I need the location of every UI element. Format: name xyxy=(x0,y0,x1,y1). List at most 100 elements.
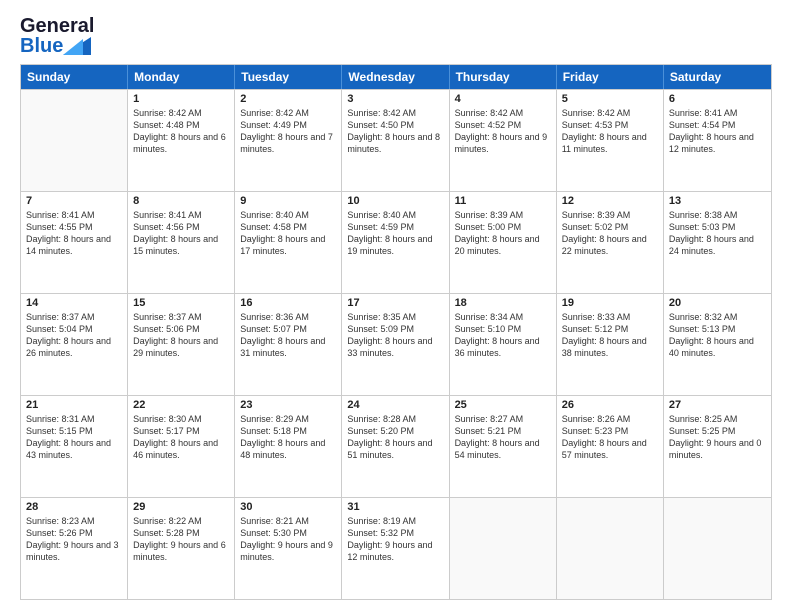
day-number: 2 xyxy=(240,93,336,105)
calendar-header: SundayMondayTuesdayWednesdayThursdayFrid… xyxy=(21,65,771,89)
day-cell-30: 30 Sunrise: 8:21 AM Sunset: 5:30 PM Dayli… xyxy=(235,498,342,599)
day-cell-14: 14Sunrise: 8:37 AM Sunset: 5:04 PM Dayli… xyxy=(21,294,128,395)
day-number: 26 xyxy=(562,399,658,411)
week-row-5: 28 Sunrise: 8:23 AM Sunset: 5:26 PM Dayli… xyxy=(21,497,771,599)
day-number: 21 xyxy=(26,399,122,411)
cell-info: Sunrise: 8:29 AM Sunset: 5:18 PM Dayligh… xyxy=(240,413,336,462)
cell-info: Sunrise: 8:35 AM Sunset: 5:09 PM Dayligh… xyxy=(347,311,443,360)
week-row-1: 1Sunrise: 8:42 AM Sunset: 4:48 PM Daylig… xyxy=(21,89,771,191)
day-cell-20: 20 Sunrise: 8:32 AM Sunset: 5:13 PM Dayli… xyxy=(664,294,771,395)
day-header-saturday: Saturday xyxy=(664,65,771,89)
day-header-wednesday: Wednesday xyxy=(342,65,449,89)
cell-info: Sunrise: 8:38 AM Sunset: 5:03 PM Dayligh… xyxy=(669,209,766,258)
day-number: 11 xyxy=(455,195,551,207)
day-cell-6: 6 Sunrise: 8:41 AM Sunset: 4:54 PM Daylig… xyxy=(664,90,771,191)
week-row-4: 21 Sunrise: 8:31 AM Sunset: 5:15 PM Dayli… xyxy=(21,395,771,497)
cell-info: Sunrise: 8:42 AM Sunset: 4:53 PM Dayligh… xyxy=(562,107,658,156)
day-cell-9: 9 Sunrise: 8:40 AM Sunset: 4:58 PM Daylig… xyxy=(235,192,342,293)
day-cell-8: 8 Sunrise: 8:41 AM Sunset: 4:56 PM Daylig… xyxy=(128,192,235,293)
cell-info: Sunrise: 8:30 AM Sunset: 5:17 PM Dayligh… xyxy=(133,413,229,462)
day-number: 16 xyxy=(240,297,336,309)
logo-general: General xyxy=(20,16,94,36)
day-cell-1: 1Sunrise: 8:42 AM Sunset: 4:48 PM Daylig… xyxy=(128,90,235,191)
day-number: 7 xyxy=(26,195,122,207)
page: General Blue SundayMondayTuesdayWednesda… xyxy=(0,0,792,612)
day-number: 1 xyxy=(133,93,229,105)
day-header-friday: Friday xyxy=(557,65,664,89)
cell-info: Sunrise: 8:33 AM Sunset: 5:12 PM Dayligh… xyxy=(562,311,658,360)
day-header-sunday: Sunday xyxy=(21,65,128,89)
day-cell-28: 28 Sunrise: 8:23 AM Sunset: 5:26 PM Dayli… xyxy=(21,498,128,599)
cell-info: Sunrise: 8:37 AM Sunset: 5:06 PM Dayligh… xyxy=(133,311,229,360)
day-header-tuesday: Tuesday xyxy=(235,65,342,89)
cell-info: Sunrise: 8:39 AM Sunset: 5:00 PM Dayligh… xyxy=(455,209,551,258)
cell-info: Sunrise: 8:40 AM Sunset: 4:58 PM Dayligh… xyxy=(240,209,336,258)
day-number: 6 xyxy=(669,93,766,105)
cell-info: Sunrise: 8:27 AM Sunset: 5:21 PM Dayligh… xyxy=(455,413,551,462)
cell-info: Sunrise: 8:41 AM Sunset: 4:54 PM Dayligh… xyxy=(669,107,766,156)
day-number: 9 xyxy=(240,195,336,207)
day-cell-7: 7 Sunrise: 8:41 AM Sunset: 4:55 PM Daylig… xyxy=(21,192,128,293)
cell-info: Sunrise: 8:19 AM Sunset: 5:32 PM Dayligh… xyxy=(347,515,443,564)
day-cell-4: 4Sunrise: 8:42 AM Sunset: 4:52 PM Daylig… xyxy=(450,90,557,191)
cell-info: Sunrise: 8:28 AM Sunset: 5:20 PM Dayligh… xyxy=(347,413,443,462)
day-cell-5: 5 Sunrise: 8:42 AM Sunset: 4:53 PM Daylig… xyxy=(557,90,664,191)
cell-info: Sunrise: 8:41 AM Sunset: 4:56 PM Dayligh… xyxy=(133,209,229,258)
cell-info: Sunrise: 8:25 AM Sunset: 5:25 PM Dayligh… xyxy=(669,413,766,462)
day-cell-12: 12 Sunrise: 8:39 AM Sunset: 5:02 PM Dayli… xyxy=(557,192,664,293)
day-number: 30 xyxy=(240,501,336,513)
day-cell-2: 2 Sunrise: 8:42 AM Sunset: 4:49 PM Daylig… xyxy=(235,90,342,191)
day-header-monday: Monday xyxy=(128,65,235,89)
day-number: 19 xyxy=(562,297,658,309)
empty-cell xyxy=(664,498,771,599)
header: General Blue xyxy=(20,16,772,56)
cell-info: Sunrise: 8:32 AM Sunset: 5:13 PM Dayligh… xyxy=(669,311,766,360)
day-number: 17 xyxy=(347,297,443,309)
empty-cell xyxy=(450,498,557,599)
day-number: 24 xyxy=(347,399,443,411)
day-number: 12 xyxy=(562,195,658,207)
day-cell-21: 21 Sunrise: 8:31 AM Sunset: 5:15 PM Dayli… xyxy=(21,396,128,497)
day-number: 25 xyxy=(455,399,551,411)
day-number: 23 xyxy=(240,399,336,411)
day-header-thursday: Thursday xyxy=(450,65,557,89)
calendar: SundayMondayTuesdayWednesdayThursdayFrid… xyxy=(20,64,772,600)
day-cell-3: 3Sunrise: 8:42 AM Sunset: 4:50 PM Daylig… xyxy=(342,90,449,191)
day-number: 5 xyxy=(562,93,658,105)
empty-cell xyxy=(21,90,128,191)
cell-info: Sunrise: 8:39 AM Sunset: 5:02 PM Dayligh… xyxy=(562,209,658,258)
empty-cell xyxy=(557,498,664,599)
cell-info: Sunrise: 8:21 AM Sunset: 5:30 PM Dayligh… xyxy=(240,515,336,564)
calendar-body: 1Sunrise: 8:42 AM Sunset: 4:48 PM Daylig… xyxy=(21,89,771,599)
cell-info: Sunrise: 8:42 AM Sunset: 4:49 PM Dayligh… xyxy=(240,107,336,156)
cell-info: Sunrise: 8:41 AM Sunset: 4:55 PM Dayligh… xyxy=(26,209,122,258)
cell-info: Sunrise: 8:40 AM Sunset: 4:59 PM Dayligh… xyxy=(347,209,443,258)
day-number: 31 xyxy=(347,501,443,513)
cell-info: Sunrise: 8:31 AM Sunset: 5:15 PM Dayligh… xyxy=(26,413,122,462)
day-cell-23: 23 Sunrise: 8:29 AM Sunset: 5:18 PM Dayli… xyxy=(235,396,342,497)
logo: General Blue xyxy=(20,16,94,56)
day-cell-10: 10 Sunrise: 8:40 AM Sunset: 4:59 PM Dayli… xyxy=(342,192,449,293)
day-number: 29 xyxy=(133,501,229,513)
week-row-2: 7 Sunrise: 8:41 AM Sunset: 4:55 PM Daylig… xyxy=(21,191,771,293)
day-cell-11: 11 Sunrise: 8:39 AM Sunset: 5:00 PM Dayli… xyxy=(450,192,557,293)
day-cell-19: 19 Sunrise: 8:33 AM Sunset: 5:12 PM Dayli… xyxy=(557,294,664,395)
day-number: 28 xyxy=(26,501,122,513)
day-cell-17: 17 Sunrise: 8:35 AM Sunset: 5:09 PM Dayli… xyxy=(342,294,449,395)
day-cell-26: 26Sunrise: 8:26 AM Sunset: 5:23 PM Dayli… xyxy=(557,396,664,497)
day-cell-13: 13 Sunrise: 8:38 AM Sunset: 5:03 PM Dayli… xyxy=(664,192,771,293)
cell-info: Sunrise: 8:23 AM Sunset: 5:26 PM Dayligh… xyxy=(26,515,122,564)
day-cell-16: 16Sunrise: 8:36 AM Sunset: 5:07 PM Dayli… xyxy=(235,294,342,395)
day-cell-27: 27 Sunrise: 8:25 AM Sunset: 5:25 PM Dayli… xyxy=(664,396,771,497)
day-number: 18 xyxy=(455,297,551,309)
day-number: 10 xyxy=(347,195,443,207)
day-cell-31: 31 Sunrise: 8:19 AM Sunset: 5:32 PM Dayli… xyxy=(342,498,449,599)
day-number: 27 xyxy=(669,399,766,411)
week-row-3: 14Sunrise: 8:37 AM Sunset: 5:04 PM Dayli… xyxy=(21,293,771,395)
day-cell-25: 25 Sunrise: 8:27 AM Sunset: 5:21 PM Dayli… xyxy=(450,396,557,497)
day-number: 20 xyxy=(669,297,766,309)
day-number: 3 xyxy=(347,93,443,105)
day-number: 8 xyxy=(133,195,229,207)
day-number: 22 xyxy=(133,399,229,411)
day-number: 13 xyxy=(669,195,766,207)
